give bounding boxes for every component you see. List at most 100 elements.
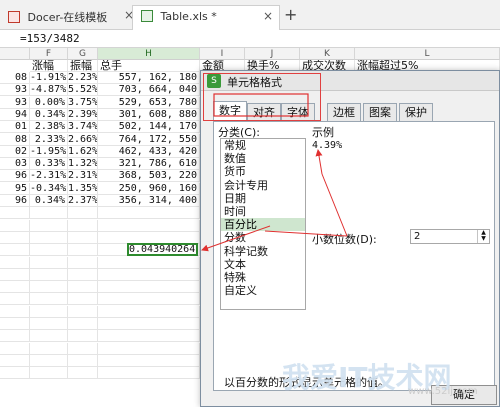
empty-cell[interactable] [30,342,68,355]
table-cell[interactable]: 02 [0,145,30,158]
empty-cell[interactable] [68,207,98,220]
table-cell[interactable]: 502, 144, 170 [98,121,200,134]
spinner-arrows-icon[interactable]: ▲ ▼ [477,230,489,243]
empty-cell[interactable] [68,256,98,269]
empty-cell[interactable] [68,293,98,306]
empty-cell[interactable] [98,219,200,232]
category-item[interactable]: 自定义 [221,284,305,297]
empty-cell[interactable] [0,293,30,306]
table-cell[interactable]: 3.74% [68,121,98,134]
category-item[interactable]: 百分比 [221,218,305,232]
empty-cell[interactable] [30,330,68,343]
empty-cell[interactable] [30,268,68,281]
table-cell[interactable]: 01 [0,121,30,134]
empty-cell[interactable] [0,244,30,257]
empty-cell[interactable] [68,342,98,355]
close-icon[interactable]: × [263,9,273,23]
table-cell[interactable]: -0.34% [30,182,68,195]
empty-cell[interactable] [30,219,68,232]
column-header-l[interactable]: L [355,48,500,60]
empty-cell[interactable] [0,207,30,220]
column-header-h[interactable]: H [98,48,200,60]
empty-cell[interactable] [68,281,98,294]
table-cell[interactable]: 764, 172, 550 [98,133,200,146]
empty-cell[interactable] [98,281,200,294]
table-cell[interactable]: 08 [0,72,30,84]
header-cell[interactable]: 涨幅 [30,60,68,72]
table-cell[interactable]: 529, 653, 780 [98,96,200,109]
table-cell[interactable]: 557, 162, 180 [98,72,200,84]
empty-cell[interactable] [68,231,98,244]
table-cell[interactable]: 2.23% [68,72,98,84]
empty-cell[interactable] [98,342,200,355]
tab-border[interactable]: 边框 [327,103,361,121]
table-cell[interactable]: 03 [0,158,30,171]
empty-cell[interactable] [30,256,68,269]
table-cell[interactable]: 95 [0,182,30,195]
table-cell[interactable]: 93 [0,84,30,97]
empty-cell[interactable] [68,354,98,367]
tab-docer[interactable]: Docer-在线模板 × [0,5,140,30]
empty-cell[interactable] [0,305,30,318]
table-cell[interactable]: -2.31% [30,170,68,183]
table-cell[interactable]: 5.52% [68,84,98,97]
table-cell[interactable]: 703, 664, 040 [98,84,200,97]
table-cell[interactable]: 2.37% [68,195,98,207]
empty-cell[interactable] [98,256,200,269]
column-header-f[interactable]: F [30,48,68,60]
category-item[interactable]: 分数 [221,231,305,244]
table-cell[interactable]: 96 [0,170,30,183]
empty-cell[interactable] [30,244,68,257]
column-header-k[interactable]: K [300,48,355,60]
table-cell[interactable]: 1.35% [68,182,98,195]
empty-cell[interactable] [68,305,98,318]
empty-cell[interactable] [30,281,68,294]
category-item[interactable]: 日期 [221,192,305,205]
empty-cell[interactable] [98,354,200,367]
empty-cell[interactable] [98,318,200,330]
empty-cell[interactable] [0,318,30,330]
empty-cell[interactable] [98,207,200,220]
tab-table-xls[interactable]: Table.xls * × [132,5,280,30]
empty-cell[interactable] [68,268,98,281]
table-cell[interactable]: 301, 608, 880 [98,108,200,121]
selected-cell[interactable]: 0.043940264 [127,243,198,256]
column-header-i[interactable]: I [200,48,245,60]
table-cell[interactable]: 2.33% [30,133,68,146]
decimal-places-spinner[interactable]: 2 ▲ ▼ [410,229,490,244]
table-cell[interactable]: 2.38% [30,121,68,134]
empty-cell[interactable] [0,256,30,269]
empty-cell[interactable] [68,330,98,343]
category-item[interactable]: 会计专用 [221,179,305,192]
formula-bar[interactable]: =153/3482 [0,30,500,48]
table-cell[interactable]: 93 [0,96,30,109]
empty-cell[interactable] [30,367,68,380]
empty-cell[interactable] [30,318,68,330]
table-cell[interactable]: 356, 314, 400 [98,195,200,207]
table-cell[interactable]: 0.34% [30,195,68,207]
tab-protection[interactable]: 保护 [399,103,433,121]
table-cell[interactable]: 2.39% [68,108,98,121]
empty-cell[interactable] [0,268,30,281]
table-cell[interactable]: 0.00% [30,96,68,109]
empty-cell[interactable] [0,231,30,244]
table-cell[interactable]: 2.31% [68,170,98,183]
category-item[interactable]: 时间 [221,205,305,218]
empty-cell[interactable] [68,244,98,257]
table-cell[interactable]: 08 [0,133,30,146]
table-cell[interactable]: 462, 433, 420 [98,145,200,158]
empty-cell[interactable] [68,219,98,232]
empty-cell[interactable] [0,219,30,232]
empty-cell[interactable] [98,268,200,281]
table-cell[interactable]: 94 [0,108,30,121]
header-cell[interactable]: 振幅 [68,60,98,72]
category-list[interactable]: 常规 数值 货币 会计专用 日期 时间 百分比 分数 科学记数 文本 特殊 自定义 [220,138,306,310]
column-header-j[interactable]: J [245,48,300,60]
empty-cell[interactable] [0,354,30,367]
table-cell[interactable]: 321, 786, 610 [98,158,200,171]
table-cell[interactable]: 0.33% [30,158,68,171]
category-item[interactable]: 科学记数 [221,245,305,258]
table-cell[interactable]: 1.32% [68,158,98,171]
table-cell[interactable]: -4.87% [30,84,68,97]
table-cell[interactable]: -1.91% [30,72,68,84]
